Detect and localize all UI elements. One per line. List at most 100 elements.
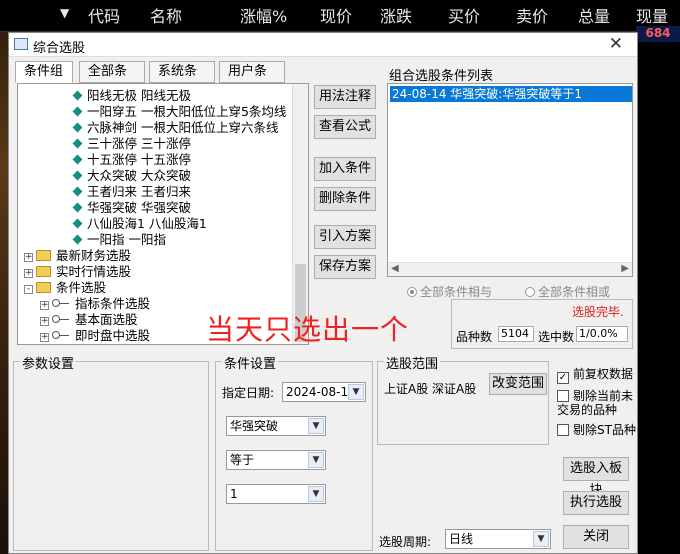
- date-label: 指定日期:: [222, 386, 275, 400]
- chevron-down-icon[interactable]: ▼: [533, 531, 549, 547]
- logic-and-radio[interactable]: 全部条件相与: [407, 283, 492, 300]
- formula-icon: [72, 106, 83, 117]
- scroll-right-icon[interactable]: ▶: [621, 263, 629, 274]
- folder-icon: [36, 282, 51, 293]
- folder-icon: [36, 266, 51, 277]
- tree-scrollbar[interactable]: [292, 84, 308, 344]
- column-header[interactable]: 现量: [636, 3, 668, 27]
- delete-condition-button[interactable]: 删除条件: [314, 187, 376, 211]
- tab-user-conditions[interactable]: 用户条件: [219, 61, 285, 99]
- formula-icon: [72, 90, 83, 101]
- tree-folder[interactable]: + 实时行情选股: [24, 264, 131, 280]
- change-range-button[interactable]: 改变范围: [489, 373, 547, 395]
- import-plan-button[interactable]: 引入方案: [314, 225, 376, 249]
- app-icon: [14, 38, 28, 50]
- selected-label: 选中数: [538, 330, 575, 344]
- chevron-down-icon[interactable]: ▼: [308, 418, 324, 434]
- tree-subitem[interactable]: + 即时盘中选股: [40, 328, 150, 344]
- tree-subitem[interactable]: + 指标条件选股: [40, 296, 150, 312]
- condition-list[interactable]: 24-08-14 华强突破:华强突破等于1 ◀ ▶: [387, 83, 633, 277]
- exclude-untraded-checkbox[interactable]: 剔除当前未交易的品种: [557, 389, 635, 417]
- expand-icon[interactable]: +: [24, 253, 33, 262]
- tree-item[interactable]: 华强突破 华强突破: [72, 200, 191, 216]
- select-to-block-button[interactable]: 选股入板块: [563, 457, 629, 498]
- tree-item[interactable]: 十五涨停 十五涨停: [72, 152, 191, 168]
- column-header[interactable]: 卖价: [516, 3, 548, 27]
- formula-icon: [72, 170, 83, 181]
- tree-item[interactable]: 大众突破 大众突破: [72, 168, 191, 184]
- list-scrollbar[interactable]: ◀ ▶: [388, 262, 632, 276]
- column-header[interactable]: 涨跌: [380, 3, 412, 27]
- tree-item[interactable]: 一阳指 一阳指: [72, 232, 166, 248]
- date-picker[interactable]: 2024-08-14 ▼: [282, 382, 366, 402]
- formula-icon: [72, 154, 83, 165]
- column-header[interactable]: 总量: [578, 3, 610, 27]
- tree-item[interactable]: 一阳穿五 一根大阳低位上穿5条均线: [72, 104, 286, 120]
- tree-item[interactable]: 八仙股海1 八仙股海1: [72, 216, 207, 232]
- execute-button[interactable]: 执行选股: [563, 491, 629, 515]
- dialog-titlebar[interactable]: 综合选股 ✕: [9, 33, 637, 57]
- collapse-icon[interactable]: -: [24, 285, 33, 294]
- tree-item[interactable]: 阳线无极 阳线无极: [72, 88, 191, 104]
- expand-icon[interactable]: +: [40, 317, 49, 326]
- exclude-st-checkbox[interactable]: 剔除ST品种: [557, 423, 636, 437]
- selected-value: 1/0.0%: [576, 326, 628, 342]
- key-icon: [52, 331, 70, 339]
- chevron-down-icon[interactable]: ▼: [308, 452, 324, 468]
- range-value: 上证A股 深证A股: [384, 382, 477, 396]
- tab-all-conditions[interactable]: 全部条件: [79, 61, 145, 99]
- tab-system-conditions[interactable]: 系统条件: [149, 61, 215, 99]
- radio-icon: [407, 287, 417, 297]
- close-icon[interactable]: ✕: [609, 34, 623, 54]
- condition-tree[interactable]: 阳线无极 阳线无极 一阳穿五 一根大阳低位上穿5条均线 六脉神剑 一根大阳低位上…: [17, 83, 309, 345]
- logic-or-radio[interactable]: 全部条件相或: [525, 283, 610, 300]
- view-formula-button[interactable]: 查看公式: [314, 115, 376, 139]
- indicator-select[interactable]: 华强突破 ▼: [226, 416, 326, 436]
- adjusted-data-checkbox[interactable]: ✓ 前复权数据: [557, 367, 633, 384]
- column-header[interactable]: 涨幅%: [240, 3, 287, 27]
- background-number: 684: [636, 26, 680, 42]
- expand-icon[interactable]: +: [24, 269, 33, 278]
- scroll-left-icon[interactable]: ◀: [391, 263, 399, 274]
- stock-screener-dialog: 综合选股 ✕ 条件组 全部条件 系统条件 用户条件 阳线无极 阳线无极 一阳穿五…: [8, 32, 638, 554]
- usage-notes-button[interactable]: 用法注释: [314, 85, 376, 109]
- column-header[interactable]: 代码: [88, 3, 120, 27]
- expand-icon[interactable]: +: [40, 301, 49, 310]
- add-condition-button[interactable]: 加入条件: [314, 157, 376, 181]
- formula-icon: [72, 218, 83, 229]
- folder-icon: [36, 250, 51, 261]
- tree-folder[interactable]: - 条件选股: [24, 280, 106, 296]
- key-icon: [52, 315, 70, 323]
- value-select[interactable]: 1 ▼: [226, 484, 326, 504]
- save-plan-button[interactable]: 保存方案: [314, 255, 376, 279]
- sort-triangle-icon: ▼: [60, 6, 70, 20]
- close-button[interactable]: 关闭: [563, 525, 629, 549]
- operator-select[interactable]: 等于 ▼: [226, 450, 326, 470]
- param-settings-group: 参数设置: [13, 353, 209, 551]
- chevron-down-icon[interactable]: ▼: [348, 384, 364, 400]
- count-label: 品种数: [456, 330, 493, 344]
- tree-item[interactable]: 王者归来 王者归来: [72, 184, 191, 200]
- condition-list-label: 组合选股条件列表: [389, 69, 494, 84]
- expand-icon[interactable]: +: [40, 333, 49, 342]
- formula-icon: [72, 138, 83, 149]
- checkbox-icon: [557, 390, 569, 402]
- period-label: 选股周期:: [379, 535, 432, 549]
- column-header[interactable]: 名称: [150, 3, 182, 27]
- list-item[interactable]: 24-08-14 华强突破:华强突破等于1: [390, 86, 632, 102]
- column-header[interactable]: 买价: [448, 3, 480, 27]
- stats-panel: 品种数 5104 选中数 1/0.0%: [451, 299, 633, 349]
- tree-folder[interactable]: + 最新财务选股: [24, 248, 131, 264]
- tree-item[interactable]: 三十涨停 三十涨停: [72, 136, 191, 152]
- tree-item[interactable]: 六脉神剑 一根大阳低位上穿六条线: [72, 120, 278, 136]
- formula-icon: [72, 122, 83, 133]
- param-settings-label: 参数设置: [20, 353, 77, 372]
- range-label: 选股范围: [384, 353, 441, 372]
- condition-settings-group: 条件设置 指定日期: 2024-08-14 ▼ 华强突破 ▼ 等于 ▼ 1 ▼: [215, 353, 373, 551]
- period-select[interactable]: 日线 ▼: [445, 529, 551, 549]
- column-header[interactable]: 现价: [320, 3, 352, 27]
- tab-condition-group[interactable]: 条件组: [15, 61, 73, 83]
- tree-subitem[interactable]: + 基本面选股: [40, 312, 138, 328]
- chevron-down-icon[interactable]: ▼: [308, 486, 324, 502]
- count-value: 5104: [498, 326, 534, 342]
